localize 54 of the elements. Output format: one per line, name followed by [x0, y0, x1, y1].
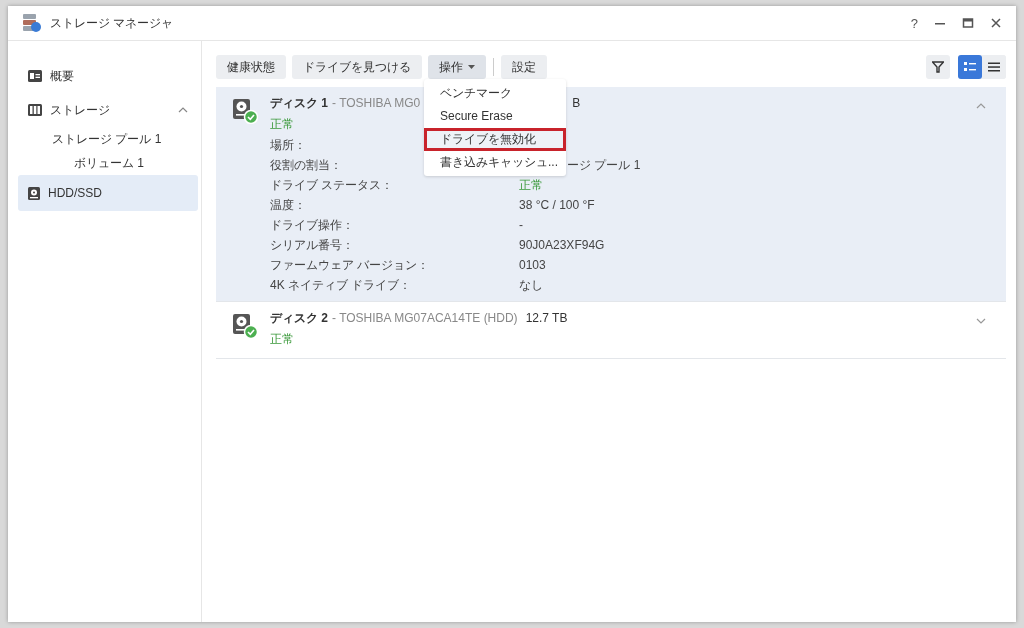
filter-button[interactable]: [926, 55, 950, 79]
detail-label: 場所：: [270, 137, 306, 154]
disk-size: B: [572, 96, 581, 110]
dropdown-button[interactable]: 操作: [428, 55, 486, 79]
detail-label: シリアル番号：: [270, 237, 354, 254]
toolbar-button[interactable]: 設定: [501, 55, 547, 79]
sidebar-item[interactable]: 概要: [18, 59, 198, 93]
toolbar-button[interactable]: 健康状態: [216, 55, 286, 79]
detail-value: 90J0A23XF94G: [519, 237, 605, 254]
detail-label: 温度：: [270, 197, 306, 214]
detail-label: 4K ネイティブ ドライブ：: [270, 277, 412, 294]
detail-value: 38 °C / 100 °F: [519, 197, 595, 214]
detail-label: ドライブ ステータス：: [270, 177, 394, 194]
detail-list-icon: [964, 62, 976, 72]
detail-label: ドライブ操作：: [270, 217, 354, 234]
disk-model: - TOSHIBA MG07ACA14TE (HDD): [332, 311, 518, 325]
close-icon[interactable]: [990, 17, 1002, 29]
card-icon: [28, 70, 42, 82]
caret-icon: [468, 65, 475, 69]
drive-icon: [28, 186, 40, 200]
menu-item[interactable]: ドライブを無効化: [424, 128, 566, 151]
maximize-icon[interactable]: [962, 17, 974, 29]
toolbar-button[interactable]: ドライブを見つける: [292, 55, 422, 79]
disk-panel[interactable]: ディスク 2 - TOSHIBA MG07ACA14TE (HDD) 12.7 TB 正常: [216, 302, 1006, 359]
sidebar-item[interactable]: ボリューム 1: [18, 151, 198, 175]
detail-value: 0103: [519, 257, 546, 274]
menu-item[interactable]: Secure Erase: [424, 105, 566, 128]
status-value: 正常: [519, 177, 543, 194]
disk-name: ディスク 2: [270, 310, 328, 327]
detail-label: ファームウェア バージョン：: [270, 257, 430, 274]
sidebar-item[interactable]: ストレージ プール 1: [18, 127, 198, 151]
detail-view-button[interactable]: [958, 55, 982, 79]
sidebar-item[interactable]: ストレージ: [18, 93, 198, 127]
storage-app-icon: [22, 13, 42, 33]
filter-icon: [932, 61, 944, 73]
menu-item[interactable]: 書き込みキャッシュ...: [424, 151, 566, 174]
sidebar-item[interactable]: HDD/SSD: [18, 175, 198, 211]
list-icon: [988, 62, 1000, 72]
help-button[interactable]: ?: [910, 15, 918, 31]
hard-drive-icon: [232, 313, 258, 339]
disk-size: 12.7 TB: [525, 311, 568, 325]
detail-value: なし: [519, 277, 543, 294]
disk-model: - TOSHIBA MG0: [332, 96, 421, 110]
disk-status: 正常: [270, 116, 294, 133]
hard-drive-icon: [232, 98, 258, 124]
chevron-icon[interactable]: [178, 107, 188, 113]
detail-label: 役割の割当：: [270, 157, 342, 174]
window-title: ストレージ マネージャ: [50, 14, 174, 32]
detail-value: ージ プール 1: [567, 158, 641, 172]
disk-name: ディスク 1: [270, 95, 328, 112]
detail-value: -: [519, 217, 523, 234]
disk-status: 正常: [270, 331, 294, 348]
chevron-icon[interactable]: [976, 318, 986, 324]
columns-icon: [28, 104, 42, 116]
